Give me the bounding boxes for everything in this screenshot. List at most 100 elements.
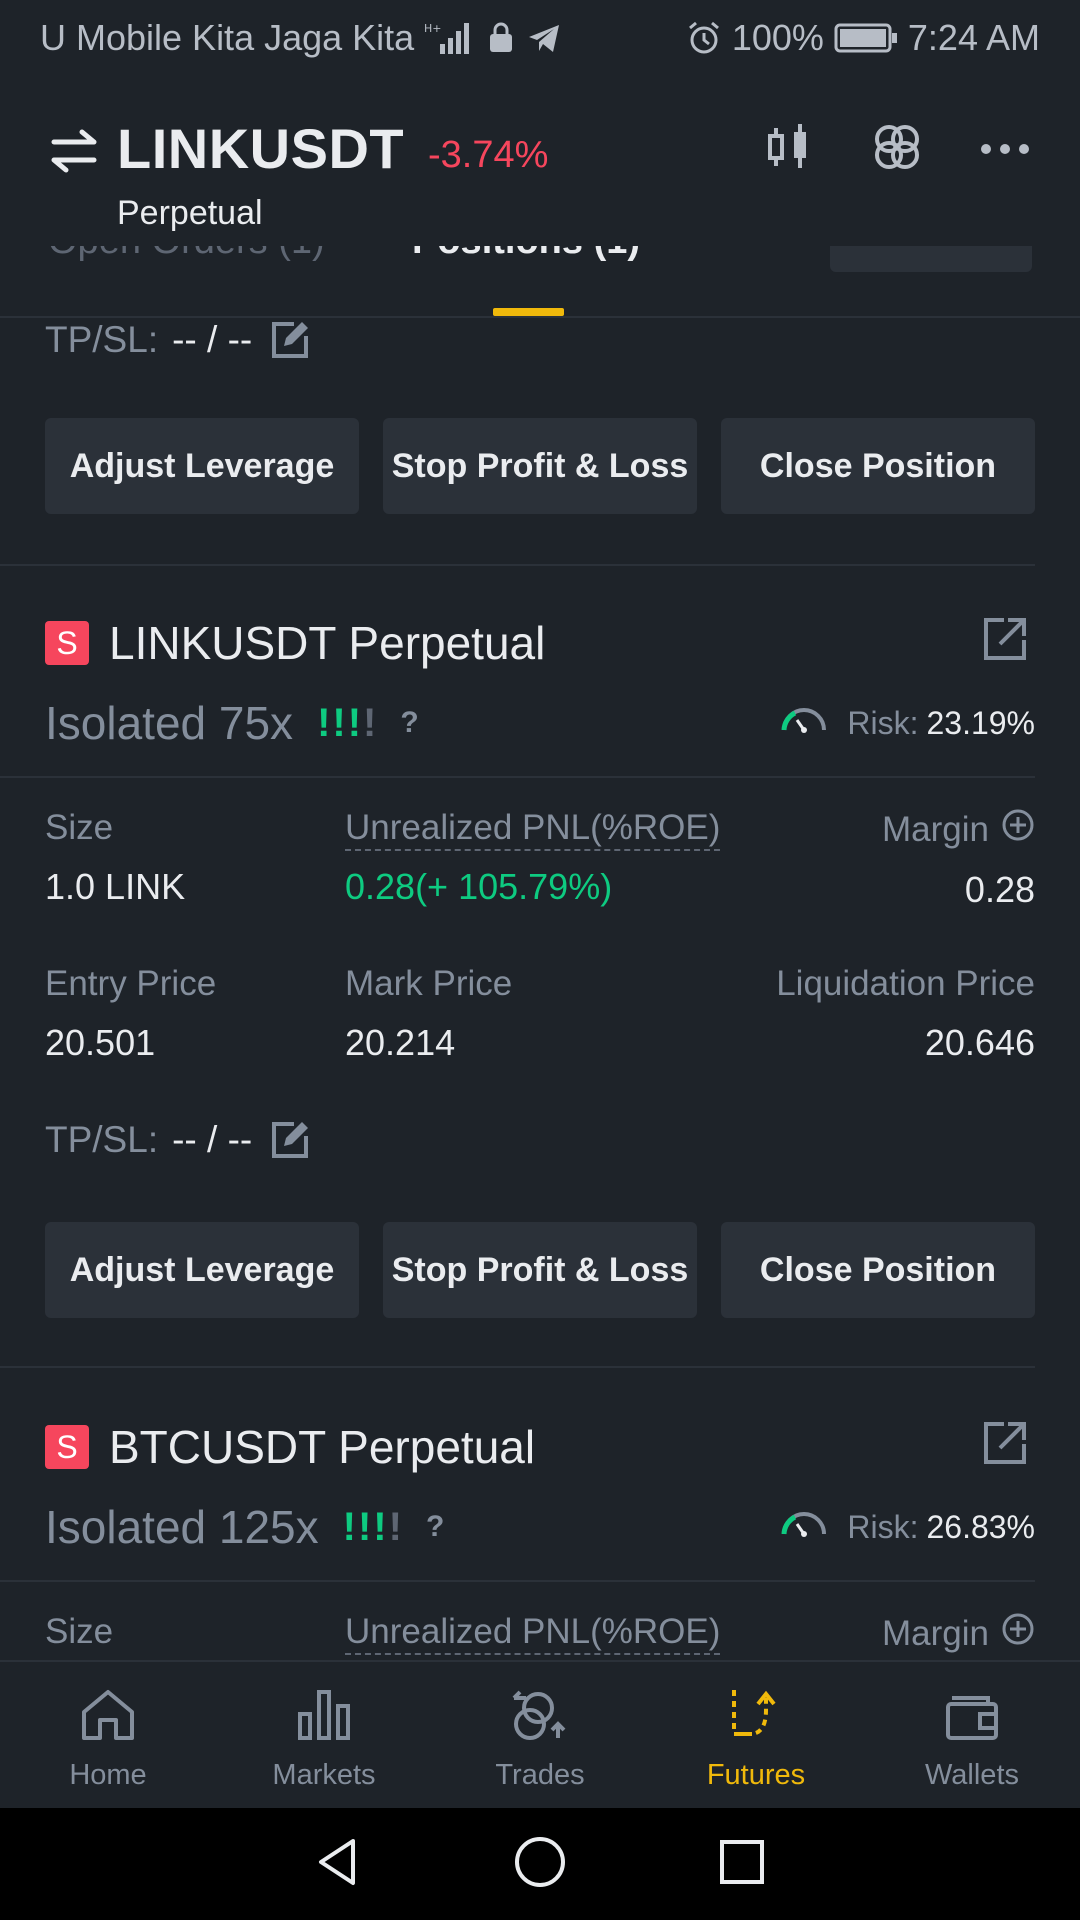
- margin-cell: Margin: [882, 1612, 1035, 1655]
- gauge-icon: [779, 702, 829, 744]
- nav-label: Futures: [706, 1759, 806, 1791]
- mark-price-label: Mark Price: [345, 964, 513, 1003]
- markets-icon: [294, 1684, 354, 1749]
- close-all-button[interactable]: [830, 246, 1032, 272]
- position-subdivider: [0, 1580, 1035, 1582]
- risk-indicator: Risk: 26.83%: [779, 1506, 1035, 1548]
- more-icon[interactable]: [980, 142, 1030, 160]
- position-symbol: LINKUSDT Perpetual: [109, 617, 546, 669]
- nav-label: Home: [69, 1759, 147, 1791]
- close-position-button[interactable]: Close Position: [721, 418, 1035, 514]
- nav-home[interactable]: Home: [0, 1662, 216, 1808]
- margin-mode-leverage: Isolated 75x: [45, 697, 294, 749]
- entry-price-cell: Entry Price 20.501: [45, 964, 216, 1064]
- symbol-header: LINKUSDT -3.74% Perpetual: [0, 76, 1080, 246]
- bottom-navigation: Home Markets Trades Futures Wallets: [0, 1660, 1080, 1808]
- active-tab-indicator: [493, 308, 564, 316]
- tpsl-value: -- / --: [172, 319, 253, 360]
- margin-cell: Margin 0.28: [882, 808, 1035, 911]
- gauge-icon: [779, 1506, 829, 1548]
- short-badge: S: [45, 621, 89, 665]
- back-icon[interactable]: [313, 1837, 363, 1892]
- edit-icon[interactable]: [268, 1118, 312, 1162]
- add-margin-icon[interactable]: [1001, 1612, 1035, 1655]
- position-header: S LINKUSDT Perpetual: [45, 616, 545, 670]
- nav-futures[interactable]: Futures: [648, 1662, 864, 1808]
- help-icon[interactable]: ?: [400, 706, 418, 740]
- share-icon[interactable]: [982, 1420, 1028, 1471]
- margin-label: Margin: [882, 809, 989, 849]
- stop-profit-loss-button[interactable]: Stop Profit & Loss: [383, 418, 697, 514]
- swap-icon[interactable]: [50, 128, 98, 179]
- share-icon[interactable]: [982, 616, 1028, 667]
- pnl-label[interactable]: Unrealized PNL(%ROE): [345, 808, 721, 851]
- nav-trades[interactable]: Trades: [432, 1662, 648, 1808]
- entry-price-value: 20.501: [45, 1022, 156, 1063]
- close-position-button[interactable]: Close Position: [721, 1222, 1035, 1318]
- margin-mode-leverage: Isolated 125x: [45, 1501, 319, 1553]
- status-bar: U Mobile Kita Jaga Kita H+ 100% 7:24 AM: [0, 0, 1080, 76]
- battery-percent: 100%: [731, 17, 824, 58]
- tab-positions[interactable]: Positions (1): [412, 246, 640, 263]
- futures-icon: [726, 1684, 786, 1749]
- size-cell: Size: [45, 1612, 113, 1652]
- battery-icon: [834, 22, 898, 54]
- position-subdivider: [0, 776, 1035, 778]
- futures-positions-screen: U Mobile Kita Jaga Kita H+ 100% 7:24 AM: [0, 0, 1080, 1920]
- entry-price-label: Entry Price: [45, 964, 217, 1003]
- tpsl-label: TP/SL:: [45, 319, 159, 360]
- symbol-title[interactable]: LINKUSDT: [117, 116, 404, 181]
- position-divider: [0, 1366, 1035, 1368]
- carrier-name: U Mobile Kita Jaga Kita: [40, 17, 415, 58]
- candlestick-icon[interactable]: [766, 122, 812, 177]
- stop-profit-loss-button[interactable]: Stop Profit & Loss: [383, 1222, 697, 1318]
- adl-bars-active: !!!: [317, 700, 364, 745]
- lock-icon: [486, 20, 516, 56]
- add-margin-icon[interactable]: [1001, 808, 1035, 851]
- position-mode: Isolated 125x !!!! ?: [45, 1500, 444, 1554]
- alarm-icon: [686, 20, 722, 56]
- home-icon: [78, 1684, 138, 1749]
- nav-label: Markets: [272, 1759, 376, 1791]
- size-label: Size: [45, 1612, 114, 1651]
- position-mode: Isolated 75x !!!! ?: [45, 696, 419, 750]
- recents-icon[interactable]: [717, 1837, 767, 1892]
- nav-label: Trades: [495, 1759, 585, 1791]
- liquidation-price-cell: Liquidation Price 20.646: [776, 964, 1035, 1064]
- size-value: 1.0 LINK: [45, 866, 186, 907]
- liquidation-price-label: Liquidation Price: [776, 964, 1035, 1003]
- signal-icon: H+: [424, 20, 476, 56]
- pnl-label[interactable]: Unrealized PNL(%ROE): [345, 1612, 721, 1655]
- risk-value: 26.83%: [926, 1508, 1035, 1545]
- mark-price-cell: Mark Price 20.214: [345, 964, 512, 1064]
- edit-icon[interactable]: [268, 318, 312, 362]
- risk-value: 23.19%: [926, 704, 1035, 741]
- nav-wallets[interactable]: Wallets: [864, 1662, 1080, 1808]
- adjust-leverage-button[interactable]: Adjust Leverage: [45, 1222, 359, 1318]
- adjust-leverage-button[interactable]: Adjust Leverage: [45, 418, 359, 514]
- tpsl-label: TP/SL:: [45, 1119, 159, 1160]
- adl-indicator: !!!!: [343, 1505, 404, 1550]
- link-icon[interactable]: [872, 122, 922, 177]
- position-tabs: Open Orders (1) Positions (1): [0, 246, 1080, 316]
- size-cell: Size 1.0 LINK: [45, 808, 185, 908]
- liquidation-price-value: 20.646: [924, 1022, 1035, 1063]
- home-circle-icon[interactable]: [513, 1835, 567, 1894]
- tpsl-value: -- / --: [172, 1119, 253, 1160]
- margin-value: 0.28: [964, 869, 1035, 910]
- help-icon[interactable]: ?: [426, 1510, 444, 1544]
- size-label: Size: [45, 808, 114, 847]
- clock-time: 7:24 AM: [907, 17, 1040, 58]
- tab-open-orders[interactable]: Open Orders (1): [48, 246, 325, 263]
- tpsl-row: TP/SL: -- / --: [45, 318, 312, 362]
- adl-bars-inactive: !: [363, 700, 379, 745]
- contract-type: Perpetual: [117, 194, 263, 232]
- tpsl-row: TP/SL: -- / --: [45, 1118, 312, 1162]
- adl-bars-active: !!!: [342, 1504, 389, 1549]
- svg-text:H+: H+: [424, 22, 442, 35]
- pnl-value: 0.28(+ 105.79%): [345, 866, 613, 907]
- nav-markets[interactable]: Markets: [216, 1662, 432, 1808]
- position-actions: Adjust Leverage Stop Profit & Loss Close…: [45, 1222, 1035, 1318]
- adl-bars-inactive: !: [388, 1504, 404, 1549]
- mark-price-value: 20.214: [345, 1022, 456, 1063]
